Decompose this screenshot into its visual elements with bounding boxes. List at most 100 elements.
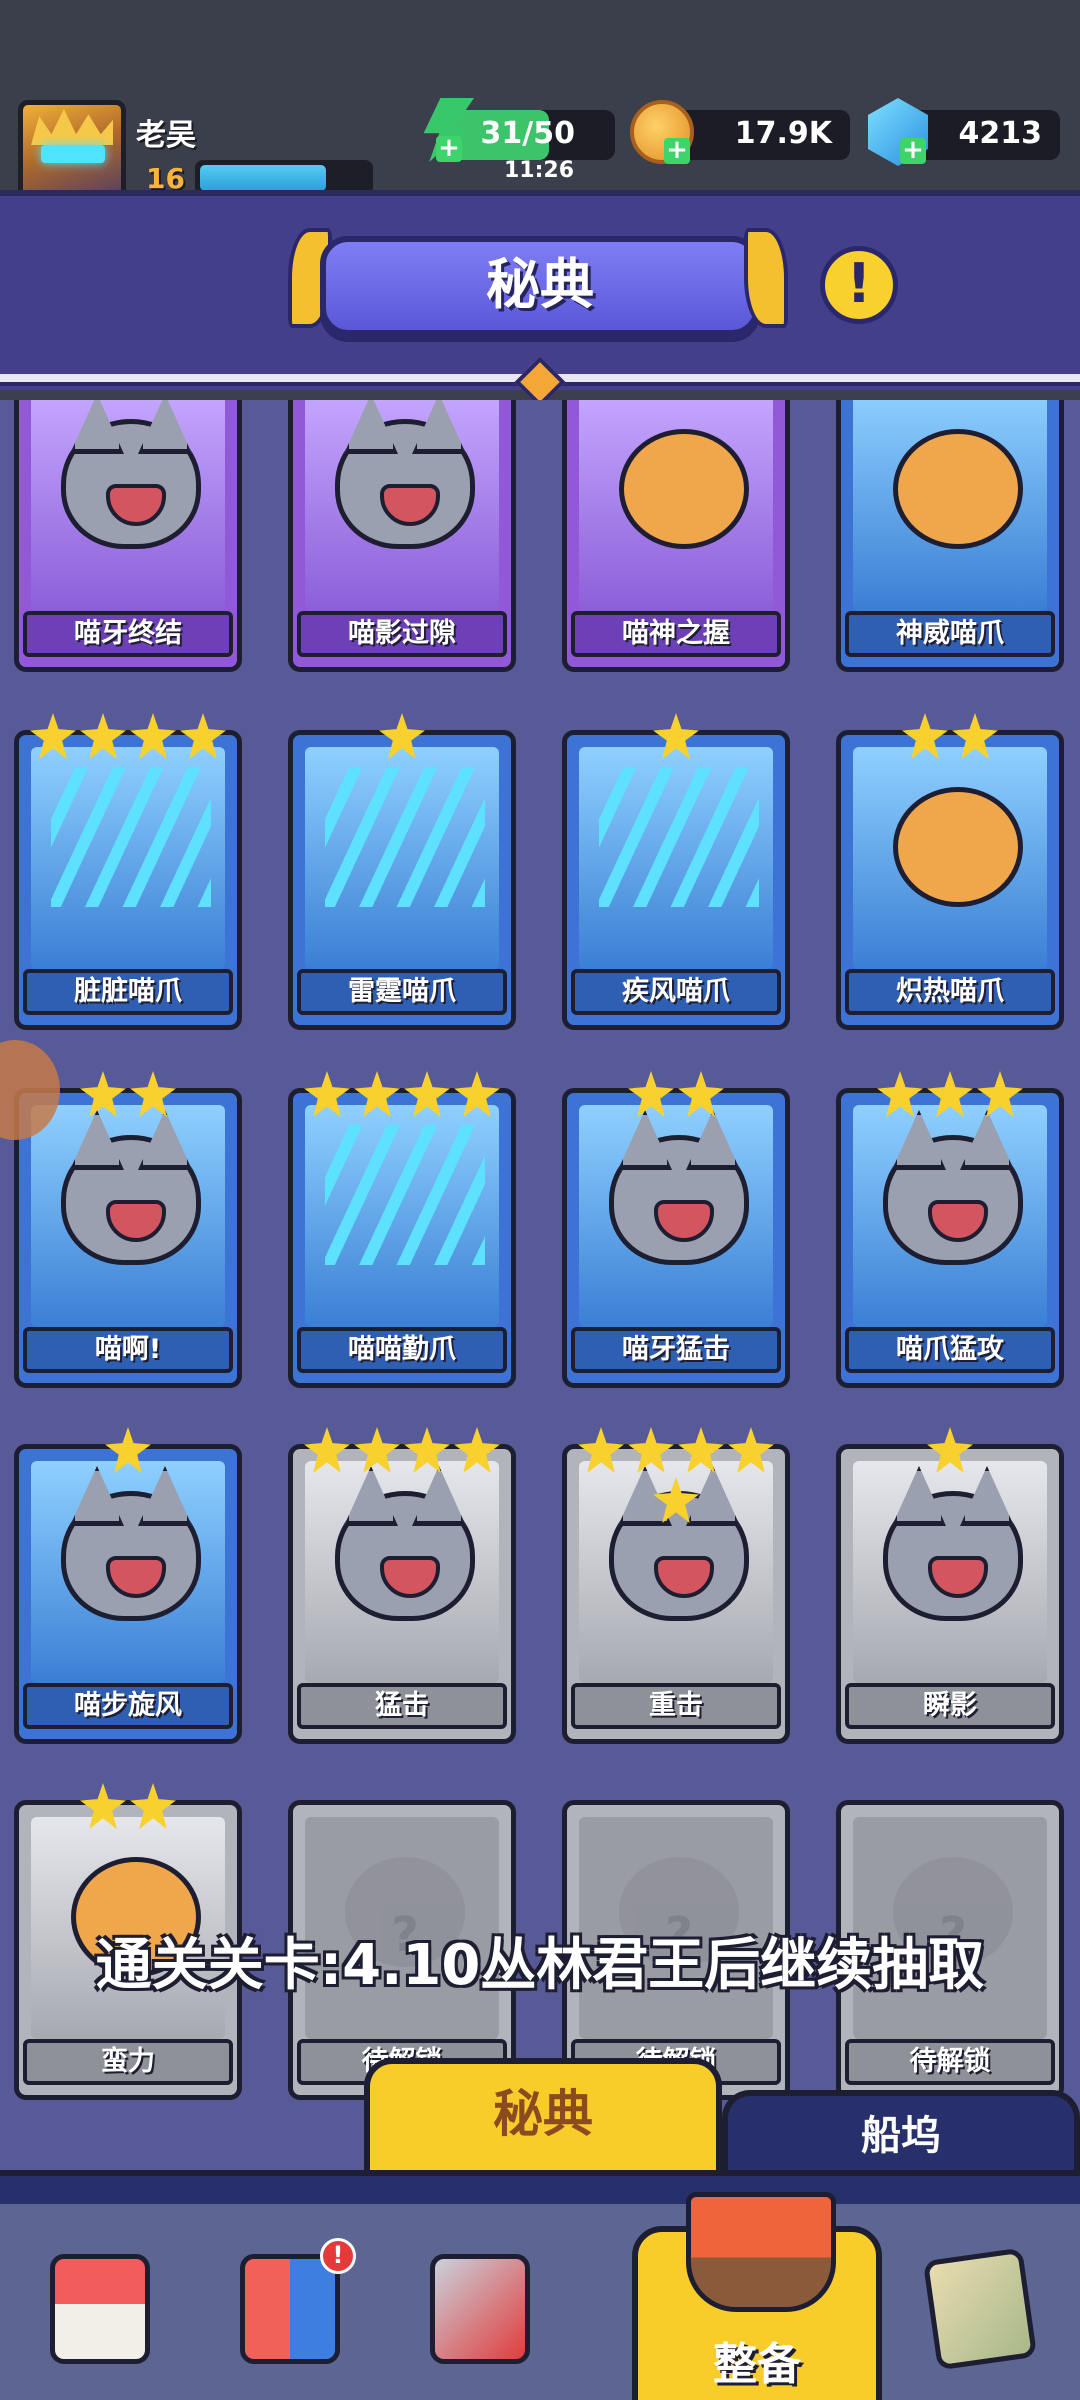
nav-battle-button[interactable]	[410, 2244, 550, 2384]
card-name: 疾风喵爪	[571, 969, 781, 1015]
title-banner: 秘典	[320, 236, 760, 336]
nav-home-button[interactable]	[30, 2244, 170, 2384]
skill-card[interactable]: 瞬影	[836, 1427, 1064, 1744]
cat-face-icon	[61, 1135, 201, 1265]
claw-slash-icon	[325, 767, 485, 907]
skill-card[interactable]: 喵牙猛击	[562, 1071, 790, 1388]
energy-counter[interactable]: 31/50	[440, 110, 615, 160]
avatar-hair	[31, 109, 113, 145]
skill-card[interactable]: 雷霆喵爪	[288, 713, 516, 1030]
card-name: 喵牙猛击	[571, 1327, 781, 1373]
star-rating	[841, 713, 1059, 759]
star-rating	[293, 713, 511, 759]
star-icon	[653, 1477, 699, 1523]
tab-dock[interactable]: 船坞	[722, 2090, 1080, 2180]
claw-slash-icon	[599, 767, 759, 907]
cat-mouth	[928, 1200, 988, 1242]
star-icon	[80, 1071, 126, 1117]
star-rating	[19, 1783, 237, 1829]
card-name: 雷霆喵爪	[297, 969, 507, 1015]
codex-card-grid[interactable]: 喵牙终结 喵影过隙 喵神之握 神威喵爪 脏脏喵爪 雷霆喵爪 疾风喵爪 炽热喵爪 喵啊! 喵喵勤爪喵…	[0, 400, 1080, 2180]
paw-icon	[619, 429, 749, 549]
tab-codex[interactable]: 秘典	[364, 2058, 722, 2170]
cat-mouth	[380, 484, 440, 526]
paw-icon	[893, 787, 1023, 907]
energy-timer: 11:26	[504, 158, 575, 183]
card-name: 喵牙终结	[23, 611, 233, 657]
card-art	[305, 400, 499, 611]
coin-value: 17.9K	[734, 116, 832, 151]
skill-card[interactable]: 炽热喵爪	[836, 713, 1064, 1030]
add-energy-plus-icon[interactable]: +	[436, 135, 462, 162]
cat-mouth	[928, 1556, 988, 1598]
star-icon	[628, 1427, 674, 1473]
cat-mouth	[380, 1556, 440, 1598]
card-art	[305, 1461, 499, 1683]
skill-card[interactable]: 喵神之握	[562, 400, 790, 672]
skill-card[interactable]: 喵步旋风	[14, 1427, 242, 1744]
card-art	[305, 747, 499, 969]
nav-equip-button[interactable]: 整备	[632, 2192, 882, 2400]
star-rating	[293, 1071, 511, 1117]
star-icon	[354, 1427, 400, 1473]
notification-badge: !	[320, 2238, 356, 2274]
card-art	[579, 747, 773, 969]
star-icon	[628, 1071, 674, 1117]
cat-face-icon	[61, 419, 201, 549]
skill-card[interactable]: 喵牙终结	[14, 400, 242, 672]
ship-icon	[686, 2192, 836, 2312]
card-art	[31, 400, 225, 611]
skill-card[interactable]: 喵啊!	[14, 1071, 242, 1388]
card-name: 待解锁	[845, 2039, 1055, 2085]
cat-face-icon	[335, 1491, 475, 1621]
star-icon	[952, 713, 998, 759]
laurel-right-icon	[744, 228, 788, 328]
star-icon	[454, 1427, 500, 1473]
cat-face-icon	[883, 1491, 1023, 1621]
skill-card[interactable]: 猛击	[288, 1427, 516, 1744]
nav-map-button[interactable]	[910, 2244, 1050, 2384]
skill-card[interactable]: 喵爪猛攻	[836, 1071, 1064, 1388]
card-art	[579, 400, 773, 611]
star-rating	[567, 1427, 785, 1523]
add-gem-plus-icon[interactable]: +	[900, 137, 926, 164]
skill-card[interactable]: 疾风喵爪	[562, 713, 790, 1030]
star-icon	[927, 1071, 973, 1117]
skill-card[interactable]: 重击	[562, 1427, 790, 1744]
star-rating	[567, 1071, 785, 1117]
card-name: 神威喵爪	[845, 611, 1055, 657]
star-rating	[567, 713, 785, 759]
nav-equip-label: 整备	[713, 2339, 801, 2390]
skill-card[interactable]: 喵喵勤爪	[288, 1071, 516, 1388]
star-icon	[304, 1427, 350, 1473]
star-icon	[927, 1427, 973, 1473]
card-art	[31, 1105, 225, 1327]
card-art	[31, 747, 225, 969]
tab-strip	[0, 2170, 1080, 2204]
star-icon	[454, 1071, 500, 1117]
card-art	[31, 1461, 225, 1683]
skill-card[interactable]: 喵影过隙	[288, 400, 516, 672]
xp-bar-fill	[200, 165, 326, 191]
info-button[interactable]: !	[820, 246, 898, 324]
star-icon	[130, 1783, 176, 1829]
cat-mouth	[106, 1200, 166, 1242]
page-title: 秘典	[486, 253, 594, 316]
card-art	[579, 1105, 773, 1327]
add-coin-plus-icon[interactable]: +	[664, 137, 690, 164]
skill-card[interactable]: 神威喵爪	[836, 400, 1064, 672]
unlock-hint-text: 通关关卡:4.10丛林君王后继续抽取	[95, 1933, 985, 1998]
crossed-swords-icon	[430, 2254, 530, 2364]
player-name: 老吴	[136, 118, 196, 153]
avatar-visor	[41, 145, 105, 163]
cat-mouth	[106, 484, 166, 526]
skill-card[interactable]: 脏脏喵爪	[14, 713, 242, 1030]
cat-mouth	[654, 1556, 714, 1598]
cat-face-icon	[61, 1491, 201, 1621]
star-icon	[105, 1427, 151, 1473]
star-icon	[678, 1071, 724, 1117]
bottom-nav: !	[0, 2204, 1080, 2400]
nav-team-button[interactable]: !	[220, 2238, 360, 2384]
team-figures-icon	[240, 2254, 340, 2364]
card-name: 喵神之握	[571, 611, 781, 657]
